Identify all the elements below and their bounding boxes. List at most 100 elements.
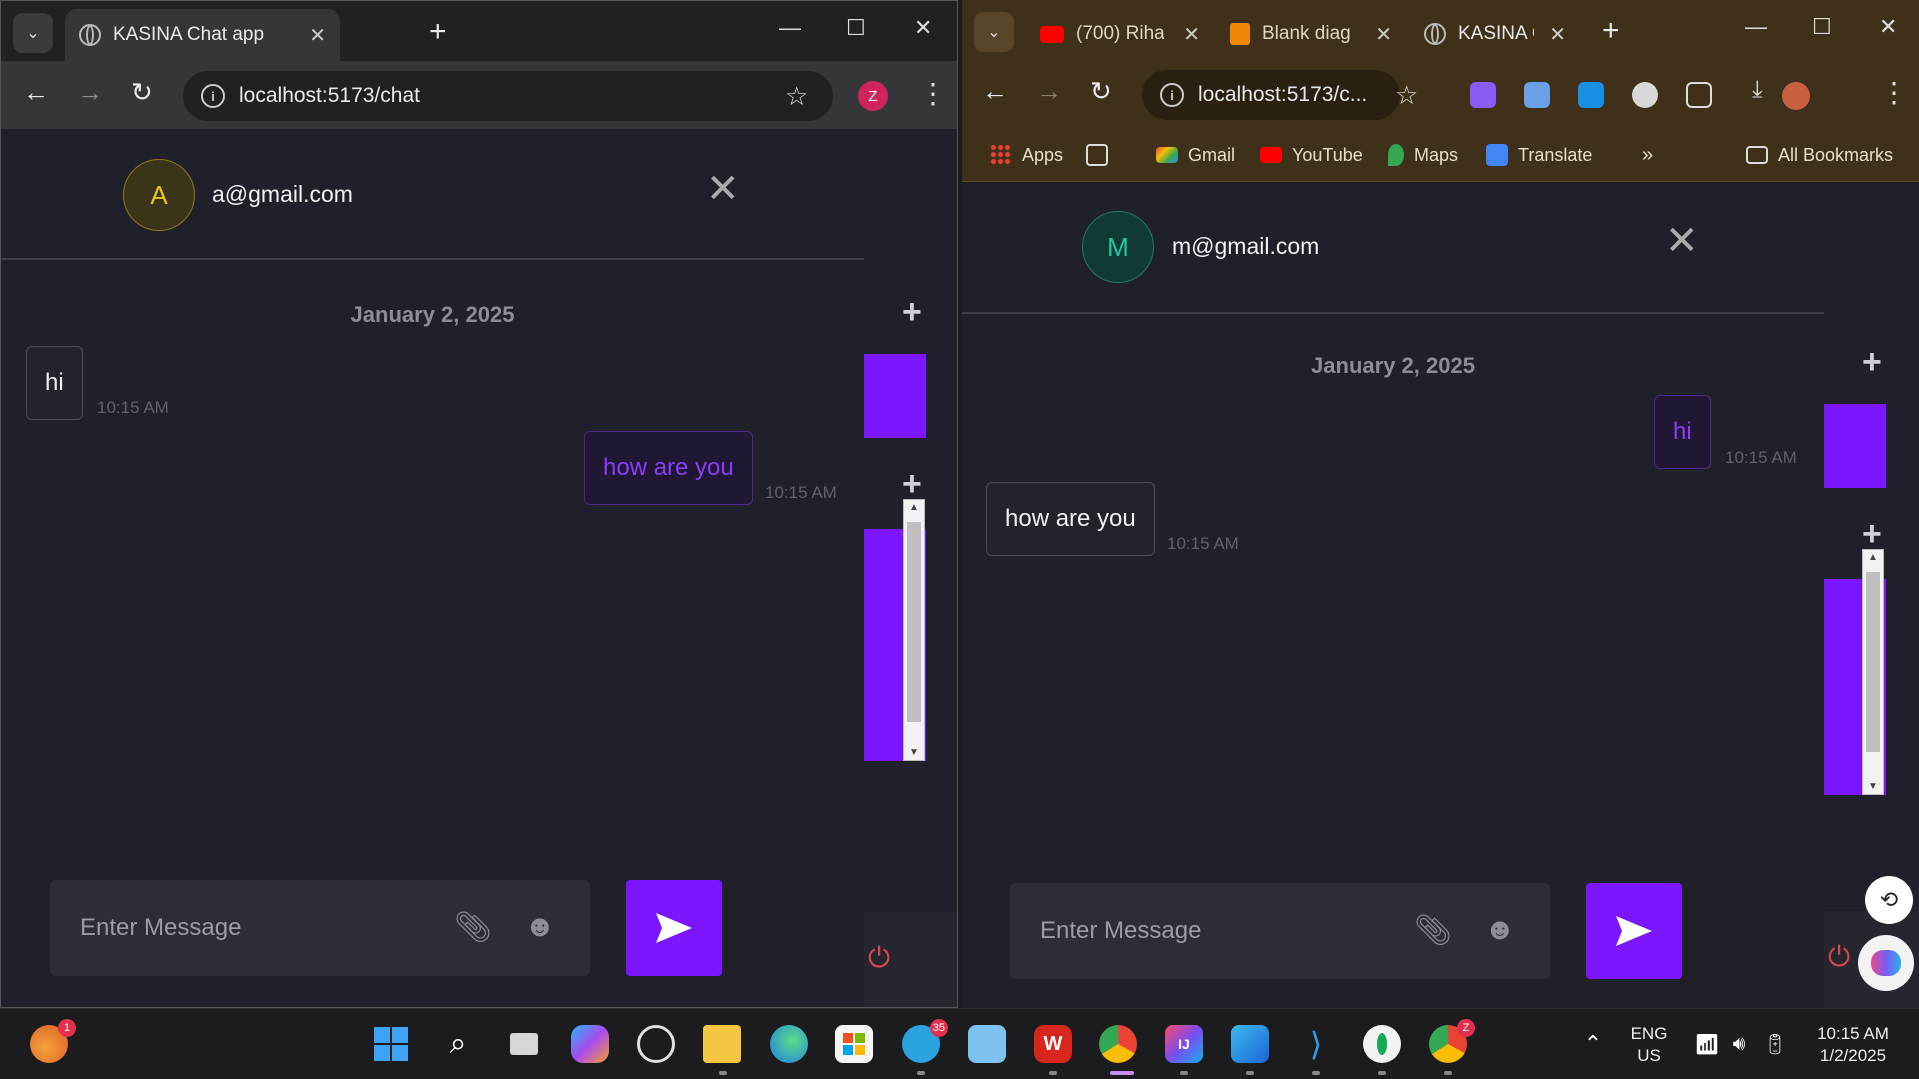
back-button[interactable]: ← <box>23 77 49 108</box>
volume-icon[interactable]: 🔊︎ <box>1720 1025 1758 1063</box>
attachment-paperclip-icon[interactable]: 📎︎ <box>454 910 492 945</box>
chatgpt-icon[interactable] <box>637 1025 675 1063</box>
profile-avatar[interactable]: Z <box>858 81 888 111</box>
power-icon[interactable]: ⏻ <box>1828 941 1850 974</box>
copilot-icon[interactable] <box>571 1025 609 1063</box>
reload-button[interactable]: ↻ <box>131 77 153 108</box>
power-icon[interactable]: ⏻ <box>868 942 890 975</box>
brain-extension-icon[interactable] <box>1470 82 1496 108</box>
chrome-profile-z-icon[interactable]: Z <box>1429 1019 1475 1063</box>
bookmark-star-icon[interactable]: ☆ <box>785 81 808 112</box>
add-icon[interactable]: + <box>1862 517 1882 551</box>
all-bookmarks[interactable]: All Bookmarks <box>1746 138 1893 172</box>
emoji-icon[interactable]: ☻ <box>1484 913 1516 947</box>
more-bookmarks-chevron-icon[interactable]: » <box>1642 138 1653 172</box>
mongodb-compass-icon[interactable] <box>1363 1025 1401 1063</box>
puzzle-extension-icon[interactable] <box>1632 82 1658 108</box>
tab-kasina-chat[interactable]: KASINA Cl ✕ <box>1410 8 1580 60</box>
bookmark-tab-groups[interactable] <box>1086 138 1108 172</box>
attachment-paperclip-icon[interactable]: 📎︎ <box>1414 913 1452 948</box>
emoji-icon[interactable]: ☻ <box>524 910 556 944</box>
reload-button[interactable]: ↻ <box>1090 76 1112 107</box>
close-tab-icon[interactable]: ✕ <box>1549 22 1566 47</box>
new-tab-button[interactable]: + <box>1602 14 1620 48</box>
file-explorer-icon[interactable] <box>703 1025 741 1063</box>
profile-avatar[interactable] <box>1782 82 1810 110</box>
forward-button[interactable]: → <box>1036 76 1062 107</box>
scroll-up-arrow-icon[interactable]: ▲ <box>904 502 924 513</box>
scroll-up-arrow-icon[interactable]: ▲ <box>1863 552 1883 563</box>
message-input[interactable] <box>50 880 440 976</box>
search-icon[interactable]: ⌕ <box>439 1025 477 1063</box>
bookmark-maps[interactable]: Maps <box>1388 138 1458 172</box>
bookmark-star-icon[interactable]: ☆ <box>1395 80 1418 111</box>
menu-kebab-icon[interactable]: ⋮ <box>1880 76 1908 109</box>
close-chat-icon[interactable]: ✕ <box>706 169 740 209</box>
extensions-icon[interactable] <box>1686 82 1712 108</box>
scroll-down-arrow-icon[interactable]: ▼ <box>904 747 924 758</box>
microsoft-store-icon[interactable] <box>835 1025 873 1063</box>
telegram-icon[interactable]: 35 <box>902 1019 948 1063</box>
close-tab-icon[interactable]: ✕ <box>1375 22 1392 47</box>
back-button[interactable]: ← <box>982 76 1008 107</box>
add-icon[interactable]: + <box>902 295 922 329</box>
edge-icon[interactable] <box>770 1025 808 1063</box>
download-extension-icon[interactable] <box>1578 82 1604 108</box>
bookmark-gmail[interactable]: Gmail <box>1156 138 1235 172</box>
scroll-down-arrow-icon[interactable]: ▼ <box>1863 781 1883 792</box>
tab-kasina-chat[interactable]: KASINA Chat app ✕ <box>65 9 340 61</box>
maximize-button[interactable]: ☐ <box>1812 14 1832 40</box>
running-indicator <box>1312 1071 1320 1075</box>
wps-office-icon[interactable]: W <box>1034 1025 1072 1063</box>
scrollbar[interactable]: ▲ ▼ <box>1862 549 1884 795</box>
weather-widget-icon[interactable]: 1 <box>30 1019 76 1063</box>
screen-translate-icon[interactable]: ⟲ <box>1865 876 1913 924</box>
menu-kebab-icon[interactable]: ⋮ <box>919 77 947 110</box>
tab-blank-diagram[interactable]: Blank diag ✕ <box>1216 8 1406 60</box>
close-window-button[interactable]: ✕ <box>1879 14 1897 40</box>
scrollbar-thumb[interactable] <box>907 522 921 722</box>
close-tab-icon[interactable]: ✕ <box>309 23 326 48</box>
maximize-button[interactable]: ☐ <box>846 15 866 41</box>
tab-search-button[interactable]: ⌄ <box>974 12 1014 52</box>
message-input[interactable] <box>1010 883 1400 979</box>
minimize-button[interactable]: — <box>1745 14 1767 40</box>
brain-assistant-icon[interactable] <box>1858 935 1914 991</box>
tab-search-button[interactable]: ⌄ <box>13 13 53 53</box>
chevron-up-icon[interactable]: ⌃ <box>1574 1025 1612 1063</box>
tab-youtube[interactable]: (700) Rihan ✕ <box>1026 8 1214 60</box>
new-tab-button[interactable]: + <box>429 15 447 49</box>
youtube-icon <box>1260 147 1282 163</box>
send-button[interactable] <box>626 880 722 976</box>
photos-icon[interactable] <box>1231 1025 1269 1063</box>
start-button[interactable] <box>372 1025 410 1063</box>
bookmark-youtube[interactable]: YouTube <box>1260 138 1363 172</box>
site-info-icon[interactable]: i <box>1160 83 1184 107</box>
bookmark-apps[interactable]: Apps <box>990 138 1063 172</box>
add-icon[interactable]: + <box>1862 345 1882 379</box>
scrollbar-thumb[interactable] <box>1866 572 1880 752</box>
battery-icon[interactable]: 🔋︎ <box>1756 1025 1794 1063</box>
intellij-icon[interactable]: IJ <box>1165 1025 1203 1063</box>
language-indicator[interactable]: ENG US <box>1622 1023 1676 1067</box>
clock[interactable]: 10:15 AM 1/2/2025 <box>1808 1023 1898 1067</box>
add-icon[interactable]: + <box>902 467 922 501</box>
close-chat-icon[interactable]: ✕ <box>1665 221 1699 261</box>
avatar: M <box>1082 211 1154 283</box>
chrome-icon[interactable] <box>1099 1025 1137 1063</box>
bookmark-translate[interactable]: Translate <box>1486 138 1592 172</box>
site-info-icon[interactable]: i <box>201 84 225 108</box>
forward-button[interactable]: → <box>77 77 103 108</box>
photos-app-icon[interactable] <box>968 1025 1006 1063</box>
close-window-button[interactable]: ✕ <box>914 15 932 41</box>
vscode-icon[interactable]: ⟩ <box>1297 1025 1335 1063</box>
address-bar[interactable]: i localhost:5173/chat <box>183 71 833 121</box>
close-tab-icon[interactable]: ✕ <box>1183 22 1200 47</box>
scrollbar[interactable]: ▲ ▼ <box>903 499 925 761</box>
minimize-button[interactable]: — <box>779 15 801 41</box>
address-bar[interactable]: i localhost:5173/c... <box>1142 70 1400 120</box>
copy-extension-icon[interactable] <box>1524 82 1550 108</box>
task-view-icon[interactable] <box>505 1025 543 1063</box>
send-button[interactable] <box>1586 883 1682 979</box>
download-icon[interactable]: ⤓ <box>1752 76 1778 103</box>
